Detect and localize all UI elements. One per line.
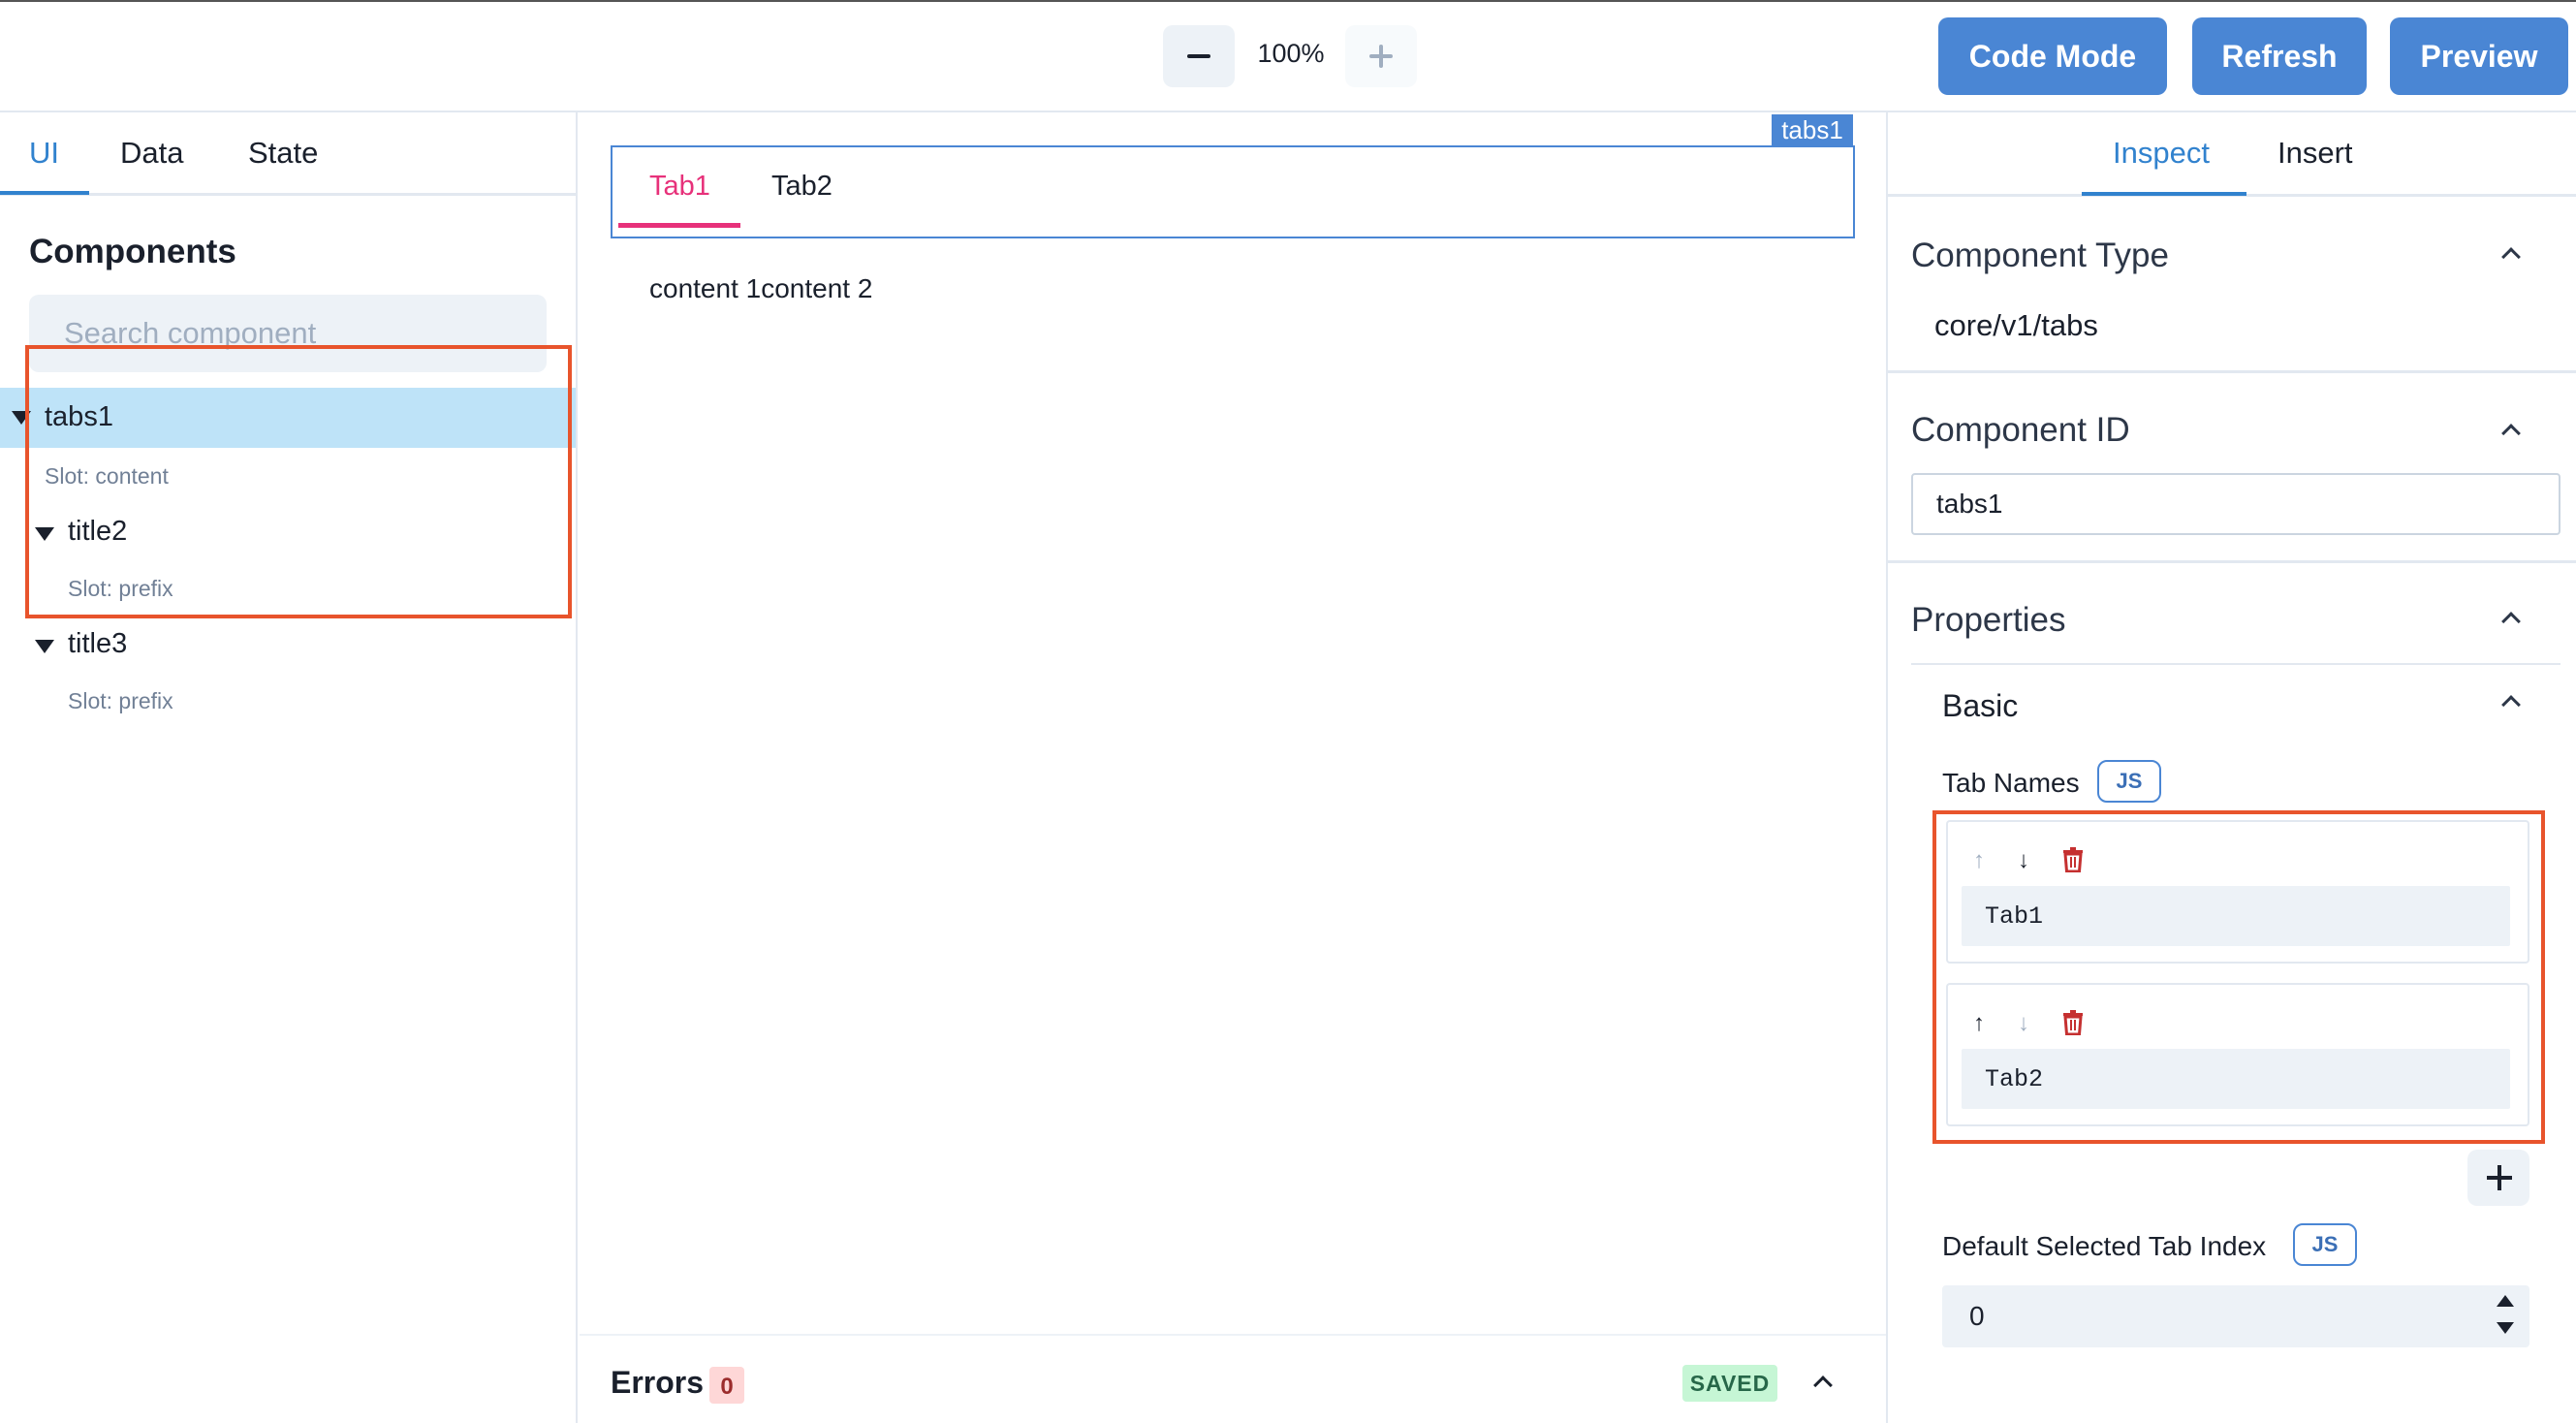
errors-label: Errors	[611, 1365, 705, 1400]
slot-label: Slot: prefix	[68, 688, 173, 713]
tab-state[interactable]: State	[248, 136, 318, 171]
tab-inspect[interactable]: Inspect	[2113, 136, 2210, 171]
caret-down-icon[interactable]	[35, 640, 54, 653]
active-tab-indicator	[2082, 192, 2246, 196]
default-selected-tab-index-input[interactable]	[1942, 1285, 2529, 1347]
properties-title[interactable]: Properties	[1911, 601, 2066, 640]
component-tag: tabs1	[1772, 114, 1853, 145]
stepper-down-icon[interactable]	[2497, 1322, 2514, 1334]
tab-names-label: Tab Names	[1942, 768, 2080, 798]
tab-data[interactable]: Data	[120, 136, 183, 171]
minus-icon	[1187, 54, 1210, 58]
component-id-title[interactable]: Component ID	[1911, 411, 2130, 450]
zoom-out-button[interactable]	[1163, 25, 1235, 87]
tree-item-label: title3	[68, 628, 128, 659]
component-id-input[interactable]	[1911, 473, 2560, 535]
components-title: Components	[29, 233, 236, 270]
component-type-title[interactable]: Component Type	[1911, 237, 2169, 275]
tab-insert[interactable]: Insert	[2278, 136, 2353, 171]
refresh-button[interactable]: Refresh	[2192, 17, 2367, 95]
basic-title[interactable]: Basic	[1942, 688, 2018, 724]
component-type-value: core/v1/tabs	[1934, 308, 2098, 342]
saved-badge: SAVED	[1682, 1365, 1777, 1402]
left-panel-tabs: UI Data State	[0, 112, 576, 196]
annotation-highlight-tab-names	[1932, 810, 2545, 1144]
stepper-up-icon[interactable]	[2497, 1295, 2514, 1307]
zoom-level: 100%	[1257, 39, 1325, 68]
default-selected-tab-index-label: Default Selected Tab Index	[1942, 1231, 2267, 1261]
code-mode-button[interactable]: Code Mode	[1938, 17, 2167, 95]
add-tab-name-button[interactable]	[2467, 1150, 2529, 1206]
annotation-highlight-tree	[25, 345, 572, 618]
active-tab-indicator	[0, 191, 89, 195]
left-panel: UI Data State Components tabs1 Slot: con…	[0, 112, 578, 1423]
preview-button[interactable]: Preview	[2390, 17, 2568, 95]
canvas-tab-2[interactable]: Tab2	[771, 171, 832, 203]
canvas-active-tab-indicator	[618, 223, 740, 228]
canvas-tab-1[interactable]: Tab1	[649, 171, 710, 203]
errors-count-badge: 0	[709, 1367, 744, 1404]
section-divider	[1888, 560, 2576, 563]
tab-ui[interactable]: UI	[29, 136, 59, 171]
zoom-in-button[interactable]	[1345, 25, 1417, 87]
canvas-area	[580, 112, 1886, 1423]
js-toggle-button[interactable]: JS	[2097, 760, 2161, 803]
tab-content: content 1content 2	[649, 273, 873, 303]
section-divider	[1888, 370, 2576, 373]
js-toggle-button[interactable]: JS	[2293, 1223, 2357, 1266]
